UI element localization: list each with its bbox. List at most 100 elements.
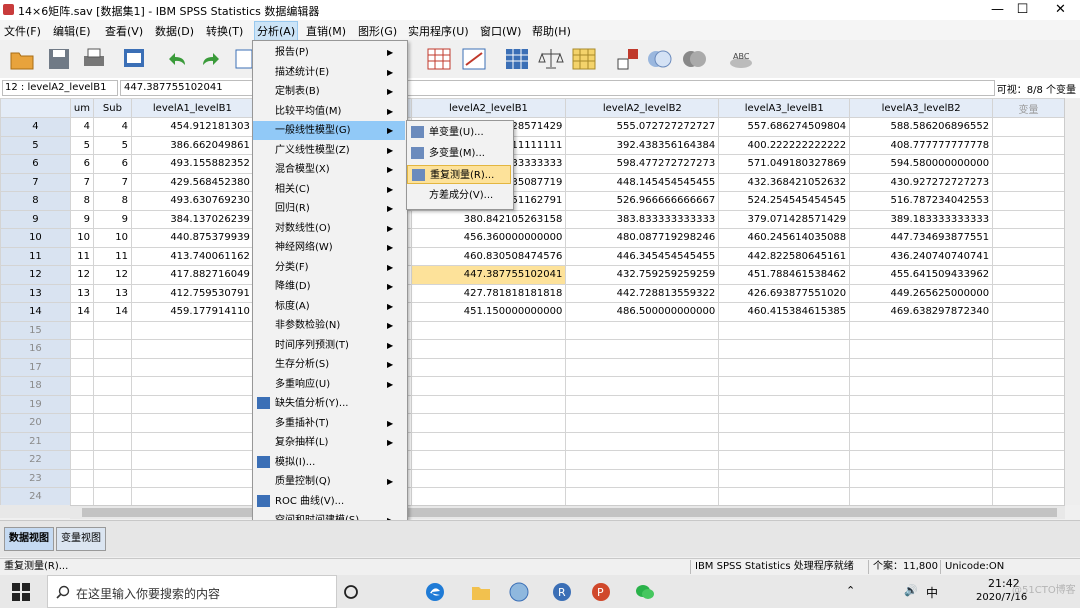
data-cell[interactable] (849, 431, 994, 451)
data-cell[interactable] (565, 450, 720, 470)
data-cell[interactable] (92, 394, 132, 414)
analyze-menu-item[interactable]: 对数线性(O) ▶ (253, 219, 405, 238)
data-cell[interactable] (130, 376, 254, 396)
row-header[interactable]: 7 (0, 172, 71, 192)
data-cell[interactable]: 449.265625000000 (849, 283, 994, 303)
print-icon[interactable] (80, 45, 108, 73)
data-cell[interactable] (565, 339, 720, 359)
edge-browser-icon[interactable] (424, 581, 446, 603)
menu-help[interactable]: 帮助(H) (532, 23, 571, 39)
show-all-icon[interactable] (645, 45, 673, 73)
data-cell[interactable]: 11 (92, 246, 132, 266)
data-cell[interactable] (718, 394, 851, 414)
data-cell[interactable] (992, 487, 1065, 505)
data-cell[interactable]: 588.586206896552 (849, 117, 994, 137)
horizontal-scrollbar[interactable] (70, 505, 1065, 519)
data-cell[interactable]: 427.781818181818 (410, 283, 567, 303)
analyze-menu-item[interactable]: 报告(P) ▶ (253, 43, 405, 62)
data-cell[interactable]: 386.662049861 (130, 135, 254, 155)
wechat-icon[interactable] (634, 581, 656, 603)
analyze-menu-item[interactable]: ROC 曲线(V)... (253, 492, 405, 511)
data-cell[interactable] (92, 376, 132, 396)
data-cell[interactable] (992, 302, 1065, 322)
analyze-menu-item[interactable]: 复杂抽样(L) ▶ (253, 433, 405, 452)
row-header[interactable]: 4 (0, 117, 71, 137)
data-cell[interactable]: 384.137026239 (130, 209, 254, 229)
data-cell[interactable] (718, 320, 851, 340)
data-cell[interactable] (992, 339, 1065, 359)
data-cell[interactable] (92, 413, 132, 433)
menu-utilities[interactable]: 实用程序(U) (408, 23, 469, 39)
taskbar-search-box[interactable]: 在这里输入你要搜索的内容 (47, 575, 337, 608)
data-cell[interactable] (718, 450, 851, 470)
data-cell[interactable]: 436.240740740741 (849, 246, 994, 266)
analyze-menu-item[interactable]: 生存分析(S) ▶ (253, 355, 405, 374)
menu-window[interactable]: 窗口(W) (480, 23, 521, 39)
data-cell[interactable]: 413.740061162 (130, 246, 254, 266)
data-cell[interactable] (992, 468, 1065, 488)
row-header[interactable]: 24 (0, 487, 71, 505)
data-cell[interactable] (410, 357, 567, 377)
row-header[interactable]: 20 (0, 413, 71, 433)
data-cell[interactable] (69, 450, 94, 470)
data-cell[interactable]: 571.049180327869 (718, 154, 851, 174)
data-cell[interactable] (69, 339, 94, 359)
data-cell[interactable] (92, 339, 132, 359)
data-cell[interactable]: 13 (92, 283, 132, 303)
data-cell[interactable]: 8 (69, 191, 94, 211)
redo-icon[interactable] (197, 45, 225, 73)
data-cell[interactable] (565, 320, 720, 340)
data-cell[interactable] (992, 265, 1065, 285)
powerpoint-icon[interactable]: P (590, 581, 612, 603)
data-cell[interactable] (849, 468, 994, 488)
data-cell[interactable]: 557.686274509804 (718, 117, 851, 137)
menu-file[interactable]: 文件(F) (4, 23, 41, 39)
data-cell[interactable]: 7 (69, 172, 94, 192)
data-cell[interactable] (718, 376, 851, 396)
column-header[interactable]: levelA3_levelB1 (718, 98, 851, 118)
data-cell[interactable]: 454.912181303 (130, 117, 254, 137)
data-cell[interactable]: 4 (92, 117, 132, 137)
data-cell[interactable] (992, 283, 1065, 303)
row-header[interactable]: 9 (0, 209, 71, 229)
data-cell[interactable]: 459.177914110 (130, 302, 254, 322)
data-cell[interactable] (992, 172, 1065, 192)
data-cell[interactable] (69, 487, 94, 505)
data-cell[interactable]: 469.638297872340 (849, 302, 994, 322)
data-cell[interactable] (992, 246, 1065, 266)
row-header[interactable]: 6 (0, 154, 71, 174)
column-header[interactable]: 变量 (992, 98, 1065, 118)
column-header[interactable]: levelA3_levelB2 (849, 98, 994, 118)
row-header[interactable]: 13 (0, 283, 71, 303)
data-cell[interactable] (992, 228, 1065, 248)
data-cell[interactable] (130, 468, 254, 488)
menu-direct-marketing[interactable]: 直销(M) (306, 23, 346, 39)
spss-taskbar-icon[interactable] (508, 581, 530, 603)
analyze-menu-item[interactable]: 时间序列预测(T) ▶ (253, 336, 405, 355)
weight-cases-icon[interactable] (460, 45, 488, 73)
data-cell[interactable]: 426.693877551020 (718, 283, 851, 303)
data-cell[interactable] (565, 468, 720, 488)
analyze-menu-item[interactable]: 降维(D) ▶ (253, 277, 405, 296)
data-cell[interactable] (410, 413, 567, 433)
circles-icon[interactable] (680, 45, 708, 73)
data-cell[interactable]: 432.368421052632 (718, 172, 851, 192)
row-header[interactable]: 15 (0, 320, 71, 340)
data-cell[interactable]: 379.071428571429 (718, 209, 851, 229)
dialog-recall-icon[interactable] (120, 45, 148, 73)
data-cell[interactable]: 383.833333333333 (565, 209, 720, 229)
value-labels-icon[interactable] (570, 45, 598, 73)
file-explorer-icon[interactable] (470, 581, 492, 603)
data-cell[interactable] (565, 376, 720, 396)
glm-submenu-item[interactable]: 重复测量(R)... (407, 165, 511, 184)
data-cell[interactable] (69, 320, 94, 340)
data-cell[interactable] (718, 431, 851, 451)
menu-data[interactable]: 数据(D) (155, 23, 194, 39)
data-cell[interactable] (69, 394, 94, 414)
row-header[interactable]: 10 (0, 228, 71, 248)
data-cell[interactable]: 451.788461538462 (718, 265, 851, 285)
data-cell[interactable] (130, 339, 254, 359)
data-cell[interactable] (849, 394, 994, 414)
data-cell[interactable]: 5 (69, 135, 94, 155)
tab-data-view[interactable]: 数据视图 (4, 527, 54, 551)
